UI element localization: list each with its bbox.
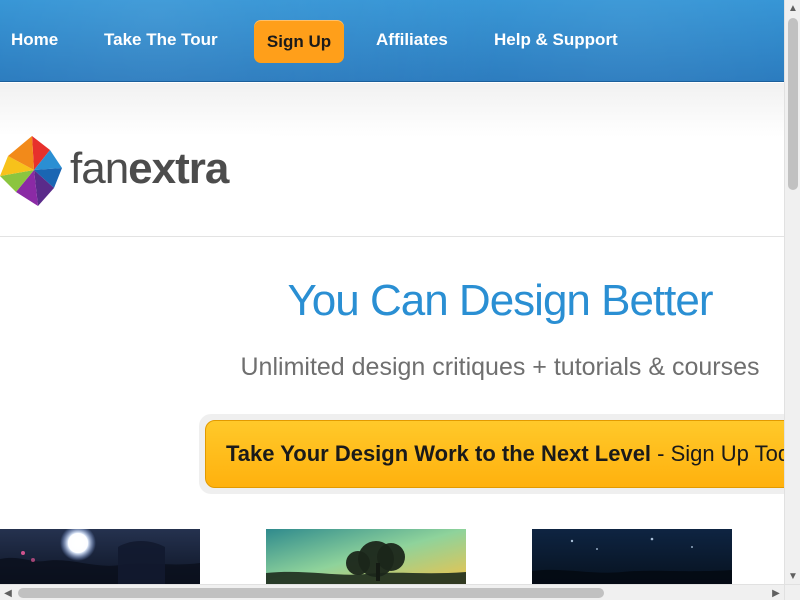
hero-subtitle: Unlimited design critiques + tutorials &… bbox=[240, 353, 760, 381]
pinwheel-logo-icon bbox=[0, 136, 62, 206]
night-sky-image bbox=[532, 529, 732, 584]
top-navigation-bar: Home Take The Tour Sign Up Affiliates He… bbox=[0, 0, 784, 82]
scroll-left-arrow-icon[interactable]: ◀ bbox=[0, 585, 16, 601]
logo-text-extra: extra bbox=[128, 144, 229, 193]
scroll-right-arrow-icon[interactable]: ▶ bbox=[768, 585, 784, 601]
moonlit-fantasy-image bbox=[0, 529, 200, 584]
horizontal-scrollbar[interactable]: ◀ ▶ bbox=[0, 584, 784, 600]
page-viewport: Home Take The Tour Sign Up Affiliates He… bbox=[0, 0, 784, 584]
horizontal-scroll-thumb[interactable] bbox=[18, 588, 604, 598]
nav-help-support-link[interactable]: Help & Support bbox=[494, 30, 618, 50]
cta-rest-text: - Sign Up Toda bbox=[657, 441, 784, 466]
header-divider bbox=[0, 236, 784, 237]
thumbnail-night-sky[interactable] bbox=[532, 529, 732, 584]
hero-title: You Can Design Better bbox=[287, 276, 714, 325]
vertical-scrollbar[interactable]: ▲ ▼ bbox=[784, 0, 800, 584]
cta-strong-text: Take Your Design Work to the Next Level bbox=[226, 441, 652, 466]
tree-at-dusk-image bbox=[266, 529, 466, 584]
thumbnail-moonlit-fantasy[interactable] bbox=[0, 529, 200, 584]
nav-sign-up-label: Sign Up bbox=[266, 31, 332, 51]
cta-text: Take Your Design Work to the Next Level … bbox=[226, 441, 784, 467]
logo-text-fan: fan bbox=[70, 144, 129, 193]
scrollbar-corner bbox=[784, 584, 800, 600]
cta-sign-up-button[interactable]: Take Your Design Work to the Next Level … bbox=[205, 420, 784, 488]
cta-container: Take Your Design Work to the Next Level … bbox=[199, 414, 784, 494]
header-band bbox=[0, 83, 784, 137]
nav-take-the-tour-link[interactable]: Take The Tour bbox=[104, 30, 218, 50]
scroll-up-arrow-icon[interactable]: ▲ bbox=[785, 0, 800, 16]
logo-wordmark: fanextra bbox=[70, 144, 229, 193]
scroll-down-arrow-icon[interactable]: ▼ bbox=[785, 568, 800, 584]
fanextra-logo[interactable]: fanextra bbox=[0, 134, 270, 208]
nav-sign-up-button[interactable]: Sign Up bbox=[254, 20, 344, 63]
nav-home-link[interactable]: Home bbox=[11, 30, 58, 50]
vertical-scroll-thumb[interactable] bbox=[788, 18, 798, 190]
nav-affiliates-link[interactable]: Affiliates bbox=[376, 30, 448, 50]
thumbnail-tree-at-dusk[interactable] bbox=[266, 529, 466, 584]
